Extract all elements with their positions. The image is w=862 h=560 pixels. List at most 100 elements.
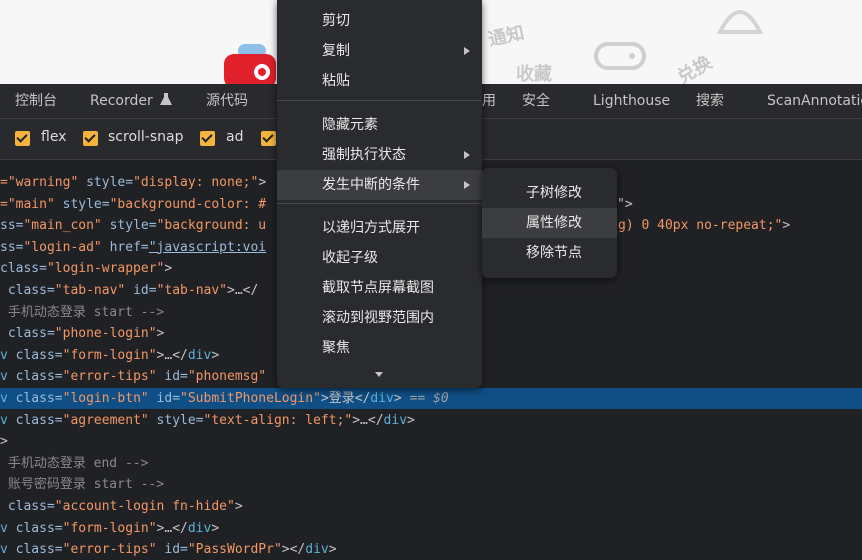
code-token: div [383,412,408,428]
code-token: "display: none;" [133,175,259,190]
flask-icon [160,93,173,105]
checkbox-4[interactable] [261,131,276,146]
code-token: "tab-nav" [54,283,126,298]
code-token: v [0,520,8,536]
code-token: >…</ [227,283,259,298]
dom-node-line[interactable]: > [0,431,862,452]
tab-search[interactable]: 搜索 [696,84,724,118]
code-token: class= [7,520,63,536]
bell-icon [716,10,764,34]
code-token: > [782,218,791,234]
chevron-right-icon [464,151,470,159]
context-menu-item-label: 剪切 [322,13,350,29]
tab-application[interactable]: 用 [482,84,496,118]
code-token: "agreement" [62,412,149,428]
code-token: class= [0,261,47,277]
code-token: "background-color: # [109,196,267,212]
tab-security[interactable]: 安全 [522,84,550,118]
dom-node-line[interactable]: v class="agreement" style="text-align: l… [0,410,862,431]
dom-node-line[interactable]: 账号密码登录 start --> [0,474,862,495]
context-menu-item[interactable]: 复制 [277,36,482,66]
code-token: "SubmitPhoneLogin" [180,391,321,406]
code-token: style= [78,175,134,190]
context-menu-item[interactable]: 隐藏元素 [277,110,482,140]
tab-scan-annotation[interactable]: ScanAnnotatio [767,84,862,118]
context-menu-item[interactable]: 粘贴 [277,66,482,96]
code-token: == $0 [401,391,449,406]
code-token: "text-align: left;" [203,412,353,428]
context-menu-item[interactable]: 剪切 [277,6,482,36]
context-menu-item[interactable]: 聚焦 [277,333,482,363]
checkbox-scroll-snap[interactable] [83,131,98,146]
dom-node-line[interactable]: 手机动态登录 end --> [0,453,862,474]
code-token: id= [148,391,181,406]
context-menu-item[interactable]: 发生中断的条件 [277,170,482,200]
code-token: "main_con" [23,218,102,234]
code-token: "phone-login" [54,326,157,342]
code-token: v [0,347,8,363]
code-token: g) 0 40px no-repeat;" [618,218,783,234]
chevron-right-icon [464,47,470,55]
context-menu-item-label: 以递归方式展开 [322,220,420,236]
code-token: "background: u [156,218,267,234]
code-token: > [156,326,165,342]
context-menu-item-label: 复制 [322,43,350,59]
more-chevron-down-icon[interactable] [375,372,383,377]
submenu-item-label: 子树修改 [526,185,582,201]
code-token: > [393,391,402,406]
context-menu: 剪切复制粘贴隐藏元素强制执行状态发生中断的条件 以递归方式展开收起子级 截取节点屏幕… [277,0,482,388]
code-token: ="main" [0,196,55,212]
checkbox-scroll-snap-label: scroll-snap [108,129,184,145]
code-token: "form-login" [62,520,157,536]
code-token: class= [7,347,63,363]
context-menu-item-label: 发生中断的条件 [322,177,420,193]
code-token: "login-ad" [23,239,102,255]
code-token: class= [0,283,55,298]
tab-recorder-label: Recorder [90,93,153,109]
submenu-item[interactable]: 移除节点 [482,238,617,268]
context-menu-item[interactable]: 滚动到视野范围内 [277,303,482,333]
dom-node-line[interactable]: v class="login-btn" id="SubmitPhoneLogin… [0,388,862,409]
tab-recorder[interactable]: Recorder [90,84,173,118]
dom-node-line[interactable]: v class="error-tips" id="PassWordPr"></d… [0,539,862,560]
code-token: div [187,520,212,536]
code-token: 账号密码登录 start --> [0,477,165,493]
context-menu-item[interactable]: 收起子级 [277,243,482,273]
code-token: "login-wrapper" [46,261,165,277]
dom-node-line[interactable]: class="account-login fn-hide"> [0,496,862,517]
dom-node-line[interactable]: v class="form-login">…</div> [0,518,862,539]
gamepad-icon [594,42,646,70]
code-token: class= [0,326,55,342]
code-token: v [0,391,8,406]
tab-sources[interactable]: 源代码 [206,84,248,118]
submenu-item[interactable]: 子树修改 [482,178,617,208]
code-token: ="warning" [0,175,79,190]
checkbox-ad-label: ad [226,129,244,145]
code-token: style= [54,196,110,212]
tab-console[interactable]: 控制台 [15,84,57,118]
submenu-item[interactable]: 属性修改 [482,208,617,238]
code-token: > [234,499,243,514]
context-menu-item-label: 粘贴 [322,73,350,89]
context-menu-item[interactable]: 截取节点屏幕截图 [277,273,482,303]
submenu-item-label: 属性修改 [526,215,582,231]
robot-mascot-icon [224,44,276,84]
code-token: div [370,391,394,406]
code-token: style= [148,412,204,428]
code-token: style= [101,218,157,234]
context-menu-item-label: 滚动到视野范围内 [322,310,434,326]
context-menu-item-label: 隐藏元素 [322,117,378,133]
code-token: "tab-nav" [156,283,228,298]
code-token: >…</ [156,347,188,363]
code-token: "phonemsg" [187,369,267,385]
code-tail: "> [617,194,633,215]
tab-lighthouse[interactable]: Lighthouse [593,84,670,118]
checkbox-flex-label: flex [41,129,67,145]
code-token: class= [0,499,55,514]
code-token: "error-tips" [62,369,157,385]
context-menu-item[interactable]: 强制执行状态 [277,140,482,170]
checkbox-flex[interactable] [15,131,30,146]
code-token: > [258,175,267,190]
checkbox-ad[interactable] [200,131,215,146]
context-menu-item[interactable]: 以递归方式展开 [277,213,482,243]
